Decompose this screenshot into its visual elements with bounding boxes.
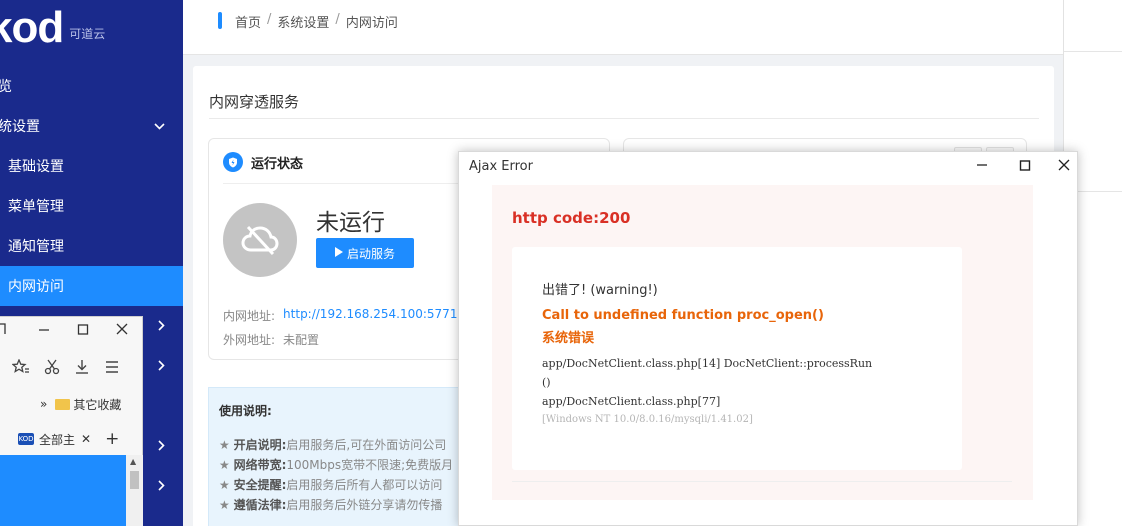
status-panel-title: 运行状态	[251, 156, 304, 172]
sidebar-item-notification-management[interactable]: 通知管理	[0, 226, 183, 266]
menu-icon[interactable]	[104, 360, 120, 378]
usage-item: ★ 安全提醒:启用服务后所有人都可以访问	[219, 478, 443, 492]
usage-item-key: 网络带宽:	[233, 458, 287, 472]
breadcrumb-current: 内网访问	[345, 16, 398, 31]
sidebar-item-basic-settings[interactable]: 基础设置	[0, 146, 183, 186]
usage-item-text: 100Mbps宽带不限速;免费版月	[286, 458, 454, 472]
start-service-button[interactable]: 启动服务	[316, 238, 414, 268]
http-code: http code:200	[512, 209, 631, 227]
wan-address-label: 外网地址:	[223, 333, 276, 347]
browser-toolbar	[0, 355, 143, 383]
stack-trace-line: app/DocNetClient.class.php[77]	[542, 395, 721, 408]
usage-item-key: 安全提醒:	[233, 478, 287, 492]
favorites-star-icon[interactable]	[11, 358, 30, 379]
logo-text: kod	[0, 3, 64, 52]
wan-address-row: 外网地址: 未配置	[223, 331, 319, 348]
dialog-titlebar: Ajax Error	[459, 152, 1079, 182]
error-heading: 出错了! (warning!)	[542, 283, 658, 298]
bookmarks-more[interactable]: »	[40, 397, 47, 411]
window-menu-icon[interactable]	[0, 322, 7, 340]
stack-trace-line: ()	[542, 376, 551, 389]
breadcrumb-separator: /	[335, 12, 340, 27]
ajax-error-dialog: Ajax Error http code:200 出错了! (warning!)…	[458, 151, 1078, 526]
browser-window: » 其它收藏 KOD 全部主 ✕ + ▲	[0, 316, 143, 526]
play-icon	[334, 246, 343, 260]
browser-tab-label[interactable]: 全部主	[39, 431, 75, 448]
sidebar-item-system-settings[interactable]: 统设置	[0, 106, 183, 146]
sidebar-item-label: 览	[0, 79, 12, 95]
usage-item-text: 启用服务后外链分享请勿传播	[286, 498, 443, 512]
breadcrumb-separator: /	[267, 12, 272, 27]
sidebar-item-overview[interactable]: 览	[0, 66, 183, 106]
folder-icon	[55, 398, 71, 410]
start-service-label: 启动服务	[346, 246, 395, 261]
chevron-right-icon[interactable]	[158, 440, 165, 454]
bookmark-folder-other[interactable]: 其它收藏	[73, 396, 121, 413]
shield-icon	[223, 152, 243, 172]
browser-tab-row: KOD 全部主 ✕ +	[0, 425, 143, 453]
minimize-icon[interactable]	[38, 322, 50, 340]
breadcrumb: 首页 / 系统设置 / 内网访问	[235, 12, 398, 31]
browser-page-content	[0, 455, 126, 526]
error-details: 出错了! (warning!) Call to undefined functi…	[512, 247, 962, 470]
scissors-icon[interactable]	[44, 359, 60, 379]
wan-address-value: 未配置	[283, 333, 320, 347]
usage-item-key: 遵循法律:	[233, 498, 287, 512]
usage-title: 使用说明:	[219, 404, 272, 418]
close-icon[interactable]	[116, 322, 128, 340]
sidebar-item-label: 基础设置	[8, 159, 64, 175]
chevron-down-icon	[154, 119, 165, 133]
stack-trace-line: app/DocNetClient.class.php[14] DocNetCli…	[542, 357, 873, 370]
scrollbar[interactable]: ▲	[126, 455, 143, 526]
status-panel-header: 运行状态	[223, 152, 303, 172]
dialog-body: http code:200 出错了! (warning!) Call to un…	[492, 185, 1033, 500]
sidebar-item-intranet-access[interactable]: 内网访问	[0, 266, 183, 306]
error-message: Call to undefined function proc_open()	[542, 308, 824, 323]
divider	[209, 118, 1039, 119]
logo: kod 可道云	[0, 0, 105, 50]
lan-address-row: 内网地址: http://192.168.254.100:57711	[223, 307, 465, 324]
maximize-icon[interactable]	[77, 322, 89, 340]
sidebar-item-menu-management[interactable]: 菜单管理	[0, 186, 183, 226]
maximize-icon[interactable]	[1019, 156, 1031, 176]
tab-close-icon[interactable]: ✕	[81, 432, 91, 446]
status-text: 未运行	[316, 210, 385, 236]
bookmarks-bar: » 其它收藏	[0, 393, 143, 415]
kod-favicon-icon: KOD	[18, 433, 34, 445]
cloud-offline-icon	[223, 203, 297, 277]
divider	[512, 481, 1012, 482]
new-tab-icon[interactable]: +	[105, 429, 119, 449]
sidebar-item-label: 菜单管理	[8, 199, 64, 215]
error-type: 系统错误	[542, 331, 595, 346]
usage-item-key: 开启说明:	[233, 438, 287, 452]
breadcrumb-home[interactable]: 首页	[235, 12, 261, 31]
usage-item: ★ 网络带宽:100Mbps宽带不限速;免费版月	[219, 458, 454, 472]
environment-info: [Windows NT 10.0/8.0.16/mysqli/1.41.02]	[542, 414, 753, 425]
usage-item: ★ 遵循法律:启用服务后外链分享请勿传播	[219, 498, 443, 512]
chevron-right-icon[interactable]	[158, 320, 165, 334]
scrollbar-thumb[interactable]	[130, 471, 139, 489]
sidebar-item-label: 内网访问	[8, 279, 64, 295]
lan-address-label: 内网地址:	[223, 309, 276, 323]
dialog-title: Ajax Error	[469, 159, 533, 174]
card-title: 内网穿透服务	[209, 93, 300, 111]
usage-item-text: 启用服务后,可在外面访问公司	[286, 438, 447, 452]
logo-subtitle: 可道云	[69, 27, 106, 41]
divider	[1064, 51, 1122, 52]
lan-address-link[interactable]: http://192.168.254.100:57711	[283, 307, 465, 324]
chevron-right-icon[interactable]	[158, 480, 165, 494]
breadcrumb-system-settings[interactable]: 系统设置	[277, 12, 329, 31]
sidebar-item-label: 通知管理	[8, 239, 64, 255]
scroll-up-icon[interactable]: ▲	[130, 457, 136, 466]
minimize-icon[interactable]	[976, 156, 988, 176]
download-icon[interactable]	[74, 359, 90, 379]
close-icon[interactable]	[1058, 156, 1070, 176]
usage-item: ★ 开启说明:启用服务后,可在外面访问公司	[219, 438, 447, 452]
chevron-right-icon[interactable]	[158, 360, 165, 374]
sidebar-item-label: 统设置	[0, 119, 40, 135]
topbar: 首页 / 系统设置 / 内网访问	[183, 0, 1063, 55]
breadcrumb-marker	[218, 12, 222, 29]
usage-item-text: 启用服务后所有人都可以访问	[286, 478, 443, 492]
browser-titlebar	[0, 317, 143, 345]
